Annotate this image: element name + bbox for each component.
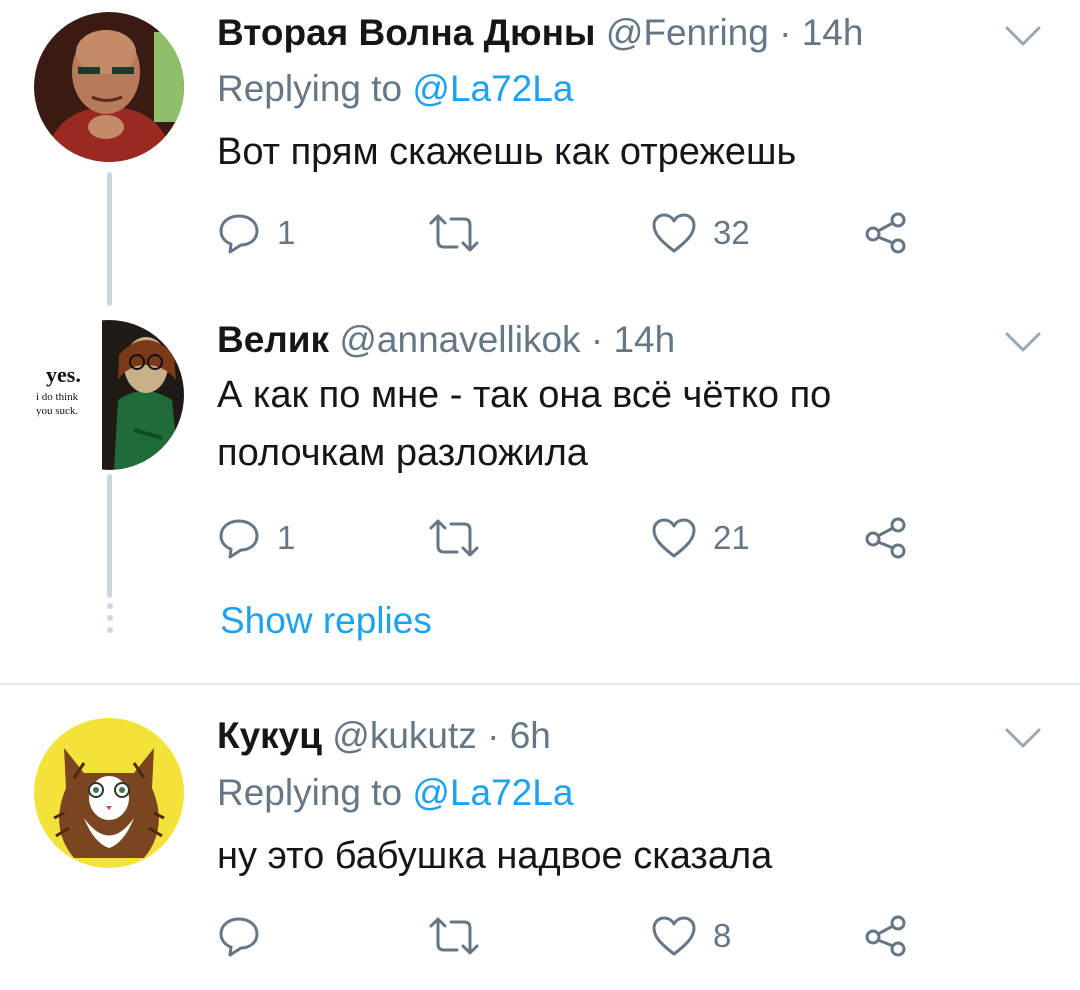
display-name[interactable]: Вторая Волна Дюны (217, 12, 596, 53)
retweet-icon (429, 519, 479, 557)
retweet-button[interactable] (427, 911, 481, 961)
timestamp[interactable]: 6h (510, 715, 551, 756)
replying-label: Replying to (217, 772, 403, 813)
display-name[interactable]: Велик (217, 319, 329, 360)
share-icon (865, 915, 906, 957)
retweet-icon (429, 214, 479, 252)
avatar-image (34, 12, 184, 162)
mention-link[interactable]: @La72La (412, 68, 573, 109)
tweet-text-line: А как по мне - так она всё чётко по (217, 374, 832, 416)
tweet-header: Велик @annavellikok · 14h (217, 318, 675, 362)
thread-line (107, 474, 112, 598)
separator: · (487, 715, 500, 756)
share-button[interactable] (863, 208, 909, 258)
retweet-button[interactable] (427, 208, 481, 258)
replying-label: Replying to (217, 68, 403, 109)
avatar[interactable] (34, 718, 184, 868)
tweet-header: Вторая Волна Дюны @Fenring · 14h (217, 11, 863, 55)
thread-dots-icon (107, 603, 113, 633)
reply-count: 1 (277, 519, 296, 556)
separator: · (779, 12, 792, 53)
reply-button[interactable] (217, 911, 261, 961)
chevron-down-icon[interactable] (1003, 22, 1043, 50)
avatar-caption-3: you suck. (36, 405, 78, 417)
share-button[interactable] (863, 911, 909, 961)
user-handle[interactable]: @annavellikok (339, 319, 580, 360)
share-button[interactable] (863, 513, 909, 563)
avatar-image: yes. i do think you suck. (34, 320, 184, 470)
reply-button[interactable]: 1 (217, 208, 295, 258)
thread-line (107, 172, 112, 306)
avatar[interactable] (34, 12, 184, 162)
timestamp[interactable]: 14h (802, 12, 864, 53)
replying-to: Replying to @La72La (217, 67, 573, 111)
chevron-down-icon[interactable] (1003, 328, 1043, 356)
share-icon (865, 517, 906, 559)
share-icon (865, 212, 906, 254)
show-replies-link[interactable]: Show replies (220, 596, 432, 646)
timestamp[interactable]: 14h (613, 319, 675, 360)
user-handle[interactable]: @Fenring (606, 12, 769, 53)
tweet-text: А как по мне - так она всё чётко по поло… (217, 366, 997, 482)
chevron-down-icon[interactable] (1003, 724, 1043, 752)
like-icon (652, 518, 696, 558)
mention-link[interactable]: @La72La (412, 772, 573, 813)
like-icon (652, 213, 696, 253)
tweet-text-line: полочкам разложила (217, 432, 588, 474)
tweet-1[interactable]: Вторая Волна Дюны @Fenring · 14h Replyin… (0, 0, 1080, 306)
tweet-2[interactable]: yes. i do think you suck. Велик @annavel… (0, 306, 1080, 682)
tweet-3[interactable]: Кукуц @kukutz · 6h Replying to @La72La н… (0, 686, 1080, 990)
tweet-actions: 1 21 (217, 513, 977, 563)
tweet-header: Кукуц @kukutz · 6h (217, 714, 551, 758)
replying-to: Replying to @La72La (217, 771, 573, 815)
like-button[interactable]: 21 (651, 513, 750, 563)
avatar-image (34, 718, 184, 868)
separator: · (590, 319, 604, 360)
retweet-button[interactable] (427, 513, 481, 563)
avatar-caption-1: yes. (46, 362, 81, 387)
divider (0, 683, 1080, 685)
reply-button[interactable]: 1 (217, 513, 295, 563)
avatar[interactable]: yes. i do think you suck. (34, 320, 184, 470)
tweet-text: Вот прям скажешь как отрежешь (217, 131, 797, 173)
like-button[interactable]: 32 (651, 208, 750, 258)
like-count: 8 (713, 917, 732, 954)
display-name[interactable]: Кукуц (217, 715, 322, 756)
reply-icon (219, 214, 259, 254)
tweet-actions: 8 (217, 911, 977, 961)
user-handle[interactable]: @kukutz (332, 715, 477, 756)
reply-count: 1 (277, 214, 296, 251)
retweet-icon (429, 917, 479, 955)
like-button[interactable]: 8 (651, 911, 731, 961)
like-count: 21 (713, 519, 750, 556)
like-count: 32 (713, 214, 750, 251)
like-icon (652, 916, 696, 956)
avatar-caption-2: i do think (36, 391, 79, 403)
reply-icon (219, 917, 259, 957)
tweet-text: ну это бабушка надвое сказала (217, 835, 773, 877)
tweet-actions: 1 32 (217, 208, 977, 258)
reply-icon (219, 519, 259, 559)
